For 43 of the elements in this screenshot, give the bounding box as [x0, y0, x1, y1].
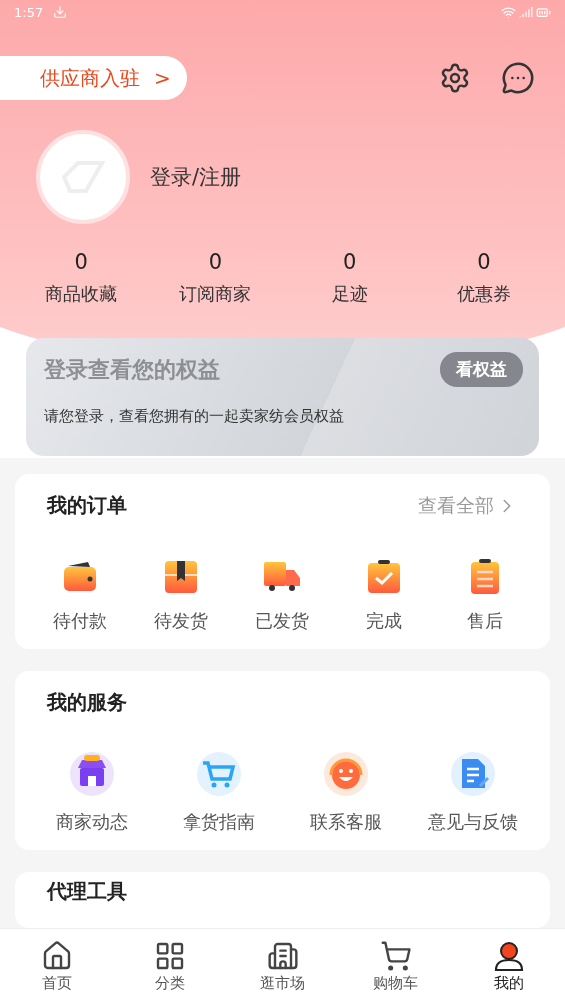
order-status-item[interactable]: 待发货	[130, 557, 232, 633]
stat-count: 0	[477, 250, 491, 274]
supplier-button[interactable]: 供应商入驻 >	[0, 56, 187, 100]
order-status-item[interactable]: 完成	[333, 557, 435, 633]
section-title: 代理工具	[47, 879, 127, 903]
settings-icon[interactable]	[439, 62, 471, 94]
service-item[interactable]: 意见与反馈	[409, 750, 536, 834]
stat-label[interactable]: 订阅商家	[179, 282, 252, 306]
message-icon[interactable]	[501, 61, 535, 95]
order-status-item[interactable]: 待付款	[29, 557, 131, 633]
stat-count: 0	[208, 250, 223, 274]
benefits-title: 登录查看您的权益	[44, 355, 220, 384]
stat-label[interactable]: 商品收藏	[45, 282, 118, 306]
tab[interactable]: 分类	[113, 929, 226, 1004]
service-item[interactable]: 联系客服	[282, 750, 410, 834]
cart-icon	[379, 940, 412, 972]
section-title: 我的订单	[47, 492, 127, 519]
user-icon	[492, 940, 525, 972]
service-item[interactable]: 商家动态	[29, 750, 156, 834]
benefits-text: 请您登录，查看您拥有的一起卖家纺会员权益	[44, 407, 345, 426]
shopping-cart-icon	[195, 750, 244, 798]
building-icon	[266, 940, 299, 972]
login-link[interactable]: 登录/注册	[150, 163, 242, 191]
stat-count: 0	[342, 250, 357, 274]
order-status-item[interactable]: 售后	[434, 557, 536, 633]
service-item[interactable]: 拿货指南	[155, 750, 283, 834]
headset-smiley-icon	[321, 750, 370, 798]
view-benefits-button[interactable]: 看权益	[440, 352, 523, 387]
document-pen-icon	[448, 750, 497, 798]
section-title: 我的服务	[47, 690, 127, 714]
signal-icon	[519, 5, 533, 19]
tab[interactable]: 购物车	[339, 929, 452, 1004]
stat-label[interactable]: 足迹	[331, 282, 368, 306]
order-status-item[interactable]: 已发货	[231, 557, 334, 633]
store-icon	[68, 750, 117, 798]
stat-label[interactable]: 优惠券	[456, 282, 511, 306]
tab[interactable]: 逛市场	[226, 929, 339, 1004]
tab[interactable]: 我的	[452, 929, 565, 1004]
download-icon	[53, 5, 68, 19]
stat-count: 0	[74, 250, 88, 274]
wifi-icon	[501, 4, 516, 20]
status-time: 1:57	[14, 4, 44, 20]
tab[interactable]: 首页	[0, 929, 113, 1004]
